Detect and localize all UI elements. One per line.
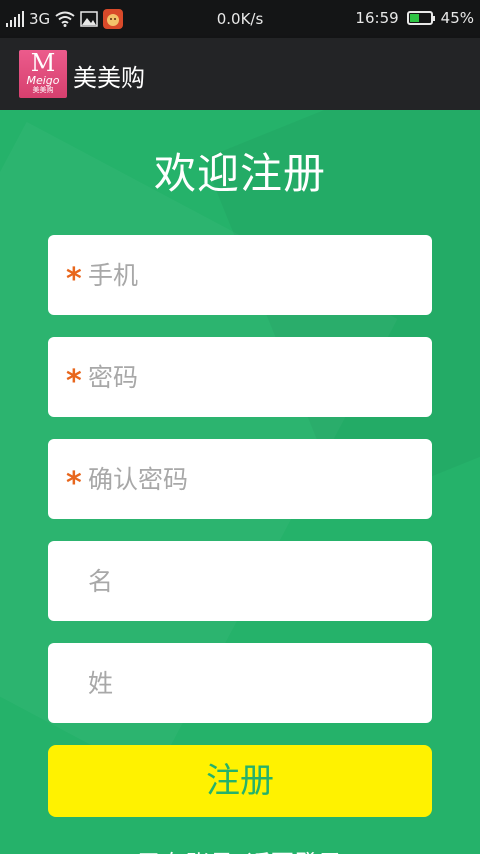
battery-fill <box>409 14 419 22</box>
register-button[interactable]: 注册 <box>48 745 432 817</box>
required-mark: * <box>66 261 82 297</box>
battery-percent: 45% <box>440 9 474 27</box>
first-name-input[interactable] <box>88 566 388 596</box>
password-input[interactable] <box>88 362 388 392</box>
app-logo[interactable]: M Meigo 美美购 <box>19 50 67 98</box>
app-bar: M Meigo 美美购 美美购 <box>0 38 480 110</box>
confirm-password-field: * <box>48 439 432 519</box>
status-bar: 3G 0.0K/s 16:59 45% <box>0 0 480 38</box>
required-mark: * <box>66 465 82 501</box>
required-mark: * <box>66 363 82 399</box>
logo-word: Meigo <box>26 74 60 87</box>
logo-letter: M <box>30 50 56 77</box>
battery-icon <box>406 11 435 25</box>
status-right: 16:59 45% <box>355 9 474 27</box>
register-screen: 欢迎注册 * * * 注册 已有账号?返回登录 <box>0 110 480 854</box>
app-title: 美美购 <box>73 64 145 92</box>
last-name-field <box>48 643 432 723</box>
confirm-password-input[interactable] <box>88 464 388 494</box>
clock: 16:59 <box>355 9 399 27</box>
last-name-input[interactable] <box>88 668 388 698</box>
first-name-field <box>48 541 432 621</box>
phone-field: * <box>48 235 432 315</box>
password-field: * <box>48 337 432 417</box>
login-link[interactable]: 已有账号?返回登录 <box>0 844 480 854</box>
phone-input[interactable] <box>88 260 388 290</box>
page-title: 欢迎注册 <box>153 149 326 198</box>
logo-cn: 美美购 <box>32 86 54 94</box>
